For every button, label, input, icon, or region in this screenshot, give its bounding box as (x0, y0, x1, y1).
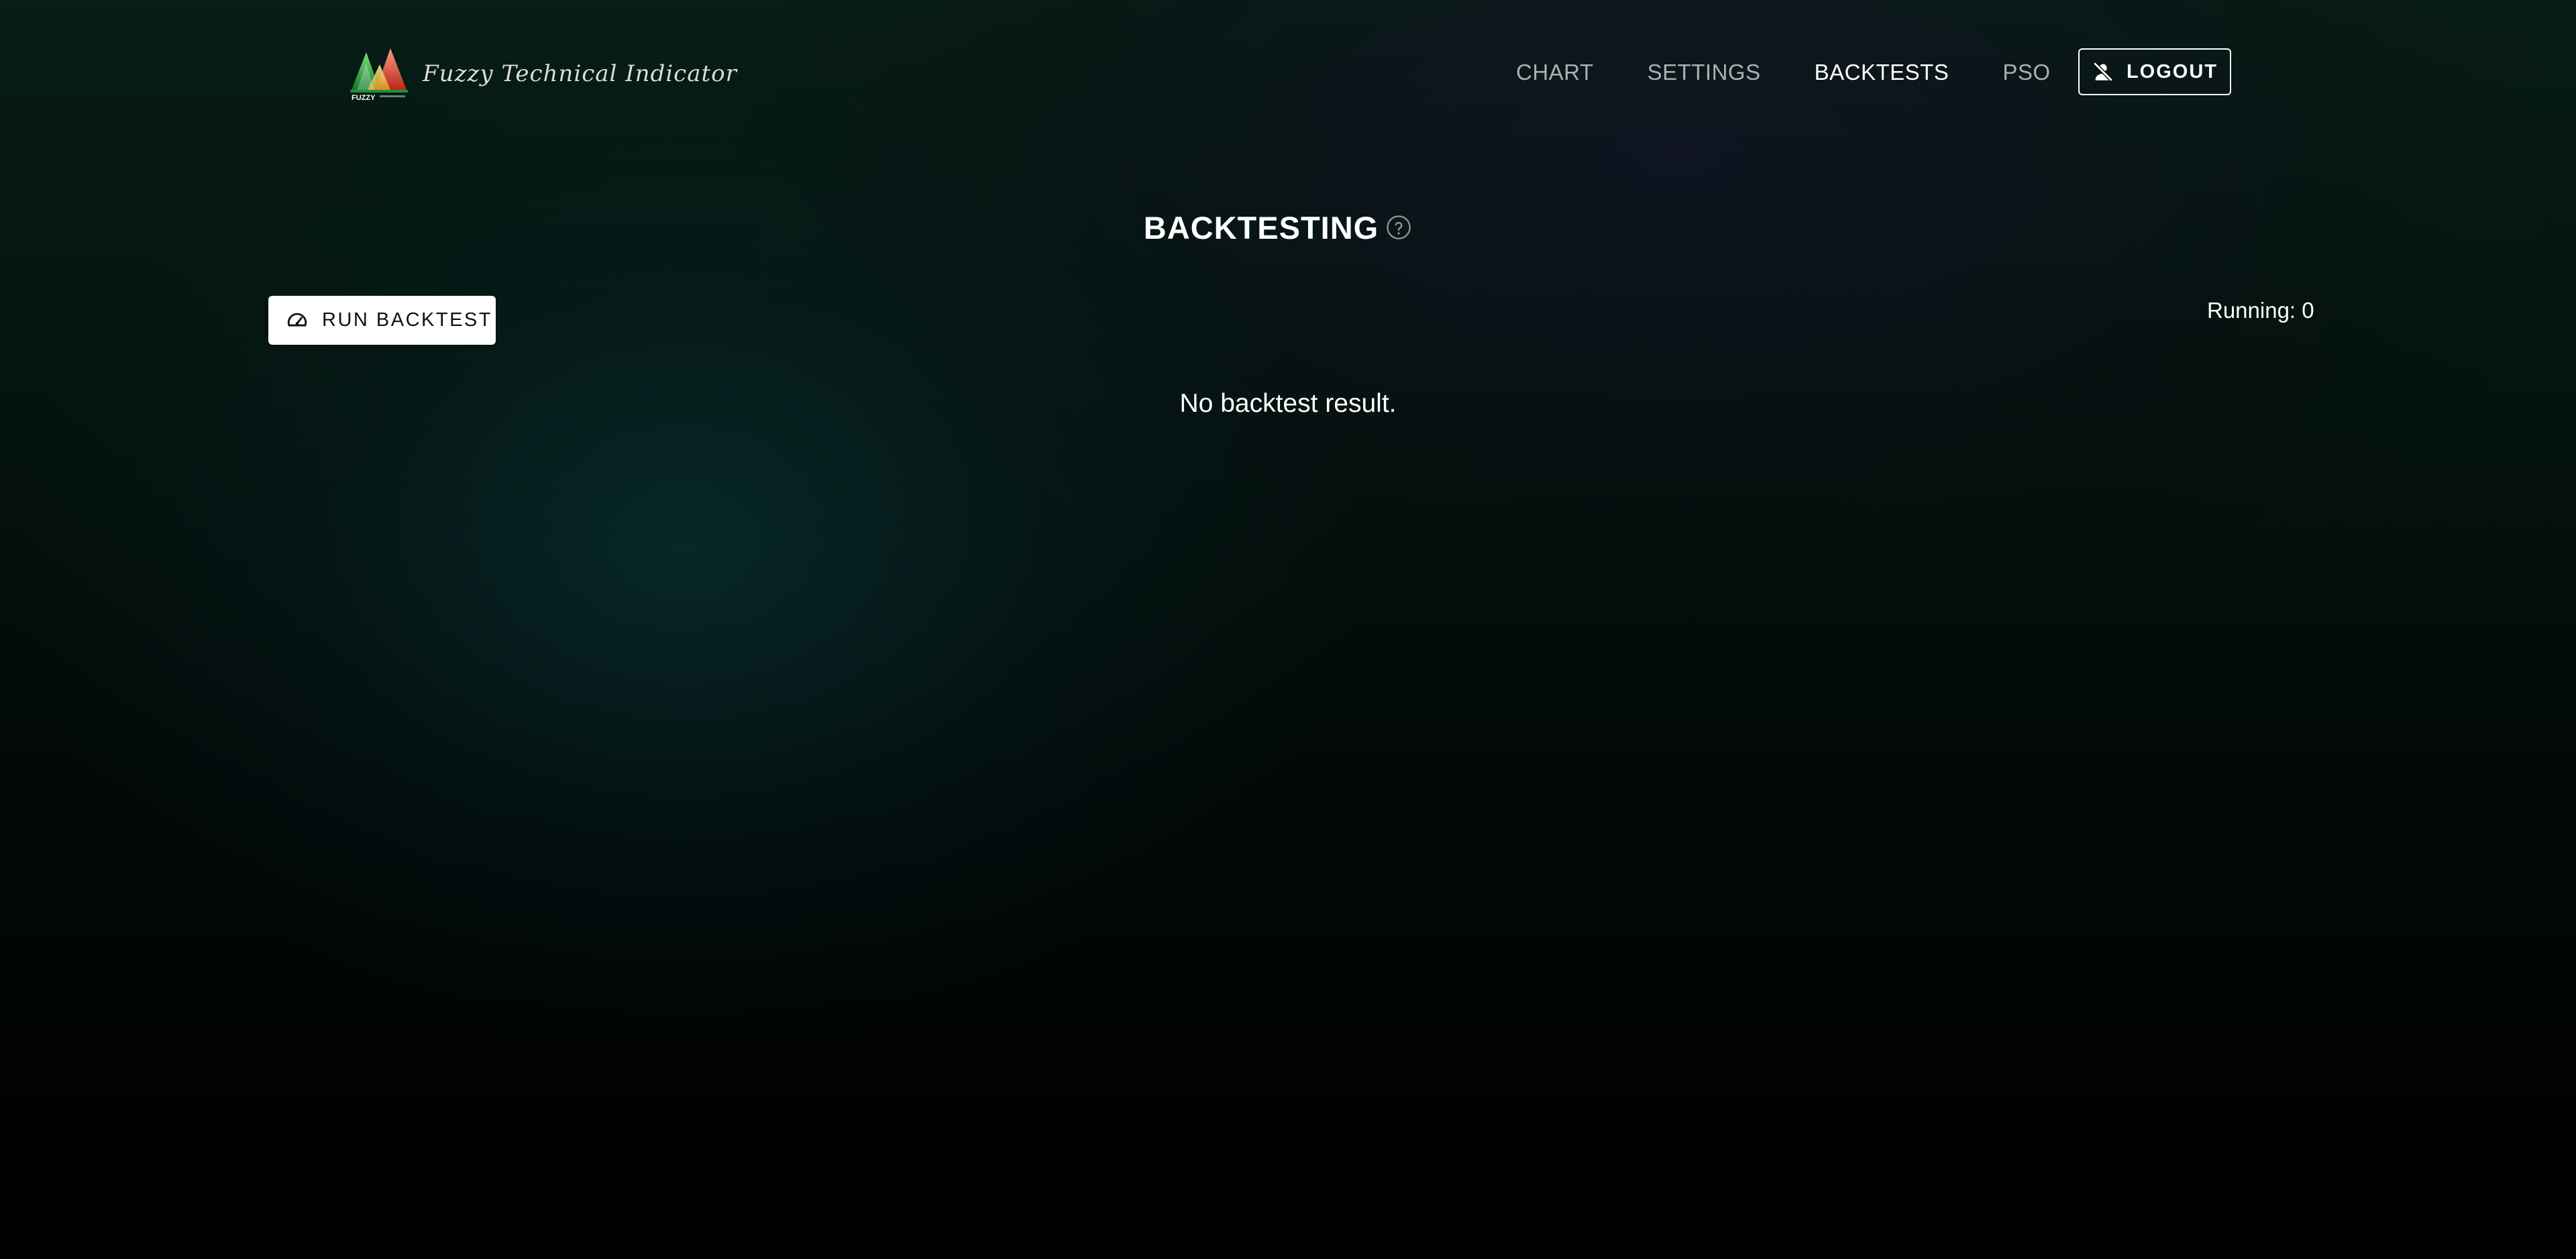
speedometer-icon (287, 313, 307, 326)
fuzzy-mountain-logo-icon: FUZZY (350, 48, 408, 102)
logo-caption: FUZZY (352, 94, 376, 102)
app-logo[interactable]: FUZZY Fuzzy Technical Indicator (349, 46, 737, 102)
top-nav-bar: FUZZY Fuzzy Technical Indicator CHART SE… (0, 0, 2576, 144)
empty-results-message: No backtest result. (1179, 389, 1397, 418)
run-backtest-label: RUN BACKTEST (322, 309, 492, 331)
running-count-status: Running: 0 (2207, 298, 2314, 323)
logout-button[interactable]: LOGOUT (2078, 48, 2231, 95)
nav-backtests[interactable]: BACKTESTS (1815, 60, 1949, 85)
run-backtest-button[interactable]: RUN BACKTEST (268, 296, 496, 345)
logout-label: LOGOUT (2126, 60, 2218, 83)
logo-text: Fuzzy Technical Indicator (423, 60, 737, 87)
person-off-icon (2093, 62, 2113, 82)
nav-settings[interactable]: SETTINGS (1648, 60, 1761, 85)
nav-pso[interactable]: PSO (2002, 60, 2050, 85)
page-title: BACKTESTING (1143, 210, 1379, 245)
nav-chart[interactable]: CHART (1516, 60, 1594, 85)
question-circle-icon[interactable] (1386, 215, 1411, 240)
main-nav: CHART SETTINGS BACKTESTS PSO (1516, 48, 2104, 97)
page-title-row: BACKTESTING (0, 209, 2576, 256)
